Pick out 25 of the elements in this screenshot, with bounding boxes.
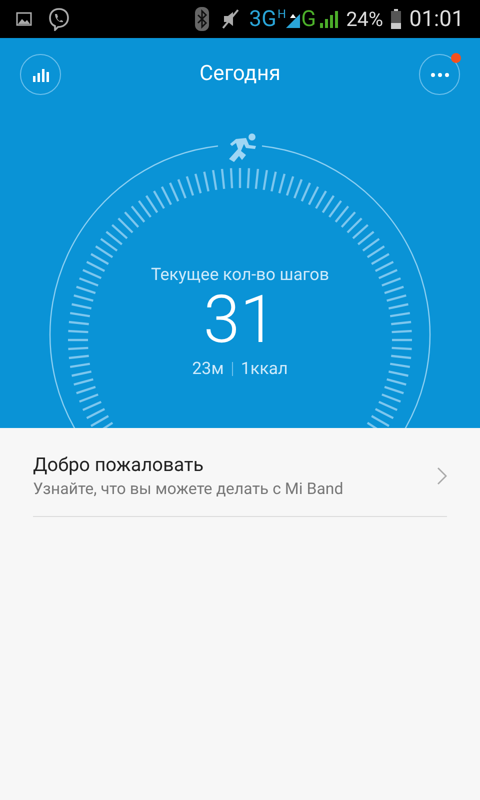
- more-button[interactable]: [419, 54, 460, 95]
- item-title: Добро пожаловать: [33, 452, 205, 478]
- bar-chart-icon: [32, 68, 48, 82]
- signal-icon: [320, 10, 338, 28]
- item-subtitle: Узнайте, что вы можете делать с Mi Band: [33, 478, 344, 500]
- list-item[interactable]: Добро пожаловать Узнайте, что вы можете делать с Mi Band: [33, 428, 447, 517]
- runner-icon: [229, 134, 256, 162]
- muted-speaker-icon: [221, 8, 242, 30]
- steps-label: Текущее кол-во шагов: [150, 265, 330, 285]
- chevron-right-icon: [437, 467, 447, 485]
- calories-value: 1ккал: [240, 359, 288, 379]
- distance-value: 23м: [192, 359, 224, 379]
- image-icon: [16, 12, 32, 26]
- stats-button[interactable]: [20, 54, 61, 95]
- network-type: G: [301, 6, 316, 34]
- bluetooth-icon: [195, 7, 210, 31]
- screen-title: Сегодня: [200, 60, 280, 88]
- step-count: 31: [203, 285, 277, 357]
- more-icon: [430, 72, 448, 76]
- clock: 01:01: [409, 6, 464, 34]
- battery-percent: 24%: [346, 6, 384, 33]
- network-type: H: [278, 6, 286, 23]
- battery-icon: [391, 9, 402, 29]
- phone-bubble-icon: [48, 7, 70, 31]
- network-type: 3G: [249, 6, 276, 34]
